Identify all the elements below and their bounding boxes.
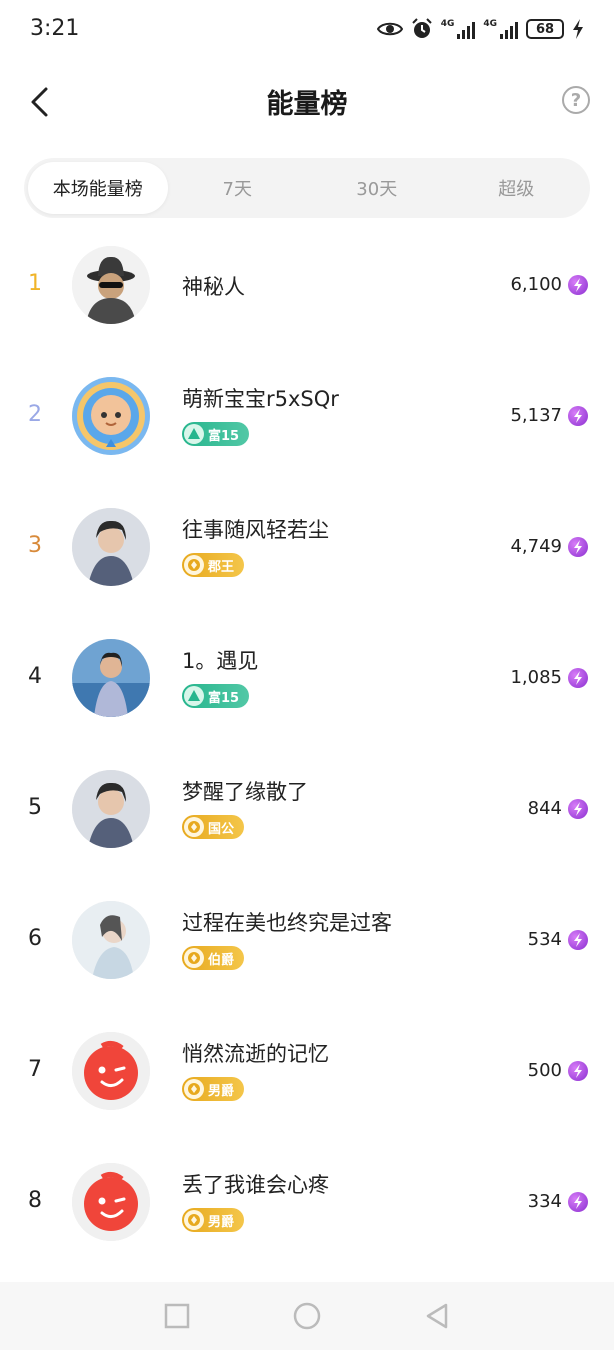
rank-number: 4 bbox=[28, 664, 42, 689]
signal-icon-2: 4G bbox=[483, 19, 518, 39]
tab-7-days[interactable]: 7天 bbox=[168, 162, 308, 214]
noble-rank-icon bbox=[184, 1079, 204, 1099]
recent-apps-icon[interactable] bbox=[162, 1301, 192, 1331]
tab-current-session[interactable]: 本场能量榜 bbox=[28, 162, 168, 214]
alarm-icon bbox=[411, 18, 432, 38]
user-avatar[interactable] bbox=[72, 770, 150, 848]
user-name: 神秘人 bbox=[182, 275, 245, 299]
ranking-row[interactable]: 4 1。遇见富15 1,085 bbox=[0, 613, 614, 744]
help-icon[interactable]: ? bbox=[562, 86, 590, 114]
user-avatar[interactable] bbox=[72, 377, 150, 455]
energy-bolt-icon bbox=[568, 1061, 588, 1081]
user-name: 往事随风轻若尘 bbox=[182, 518, 329, 542]
level-badge: 国公 bbox=[182, 815, 245, 839]
energy-bolt-icon bbox=[568, 799, 588, 819]
user-avatar[interactable] bbox=[72, 639, 150, 717]
energy-score: 500 bbox=[527, 1060, 562, 1081]
user-name: 1。遇见 bbox=[182, 649, 259, 673]
ranking-row[interactable]: 1 神秘人 6,100 bbox=[0, 220, 614, 351]
charging-icon bbox=[573, 19, 583, 39]
ranking-row[interactable]: 2 萌新宝宝r5xSQr 富15 5,137 bbox=[0, 351, 614, 482]
tab-super[interactable]: 超级 bbox=[447, 162, 587, 214]
wealth-level-icon bbox=[184, 686, 204, 706]
level-badge: 富15 bbox=[182, 422, 250, 446]
energy-bolt-icon bbox=[568, 406, 588, 426]
user-name: 丢了我谁会心疼 bbox=[182, 1173, 329, 1197]
status-time: 3:21 bbox=[30, 16, 80, 41]
badge-label: 伯爵 bbox=[208, 952, 235, 968]
tab-bar: 本场能量榜 7天 30天 超级 bbox=[24, 158, 590, 218]
energy-score: 1,085 bbox=[510, 667, 562, 688]
ranking-row[interactable]: 8 丢了我谁会心疼男爵 334 bbox=[0, 1137, 614, 1268]
rank-number: 6 bbox=[28, 926, 42, 951]
ranking-row[interactable]: 5 梦醒了缘散了国公 844 bbox=[0, 744, 614, 875]
rank-number: 8 bbox=[28, 1188, 42, 1213]
user-avatar[interactable] bbox=[72, 1032, 150, 1110]
wealth-level-icon bbox=[184, 424, 204, 444]
header: 能量榜 ? bbox=[0, 62, 614, 142]
user-name: 萌新宝宝r5xSQr bbox=[182, 387, 339, 411]
noble-rank-icon bbox=[184, 1210, 204, 1230]
user-name: 梦醒了缘散了 bbox=[182, 780, 308, 804]
energy-score: 6,100 bbox=[510, 274, 562, 295]
ranking-row[interactable]: 3 往事随风轻若尘郡王 4,749 bbox=[0, 482, 614, 613]
badge-label: 富15 bbox=[208, 428, 240, 444]
status-bar: 3:21 4G 4G 68 bbox=[0, 0, 614, 62]
signal-label-2: 4G bbox=[483, 19, 497, 29]
badge-label: 郡王 bbox=[208, 559, 235, 575]
user-avatar[interactable] bbox=[72, 246, 150, 324]
energy-bolt-icon bbox=[568, 537, 588, 557]
energy-score: 334 bbox=[527, 1191, 562, 1212]
energy-bolt-icon bbox=[568, 930, 588, 950]
energy-score: 534 bbox=[527, 929, 562, 950]
noble-rank-icon bbox=[184, 817, 204, 837]
home-icon[interactable] bbox=[292, 1301, 322, 1331]
rank-number: 3 bbox=[28, 533, 42, 558]
energy-bolt-icon bbox=[568, 275, 588, 295]
energy-score: 4,749 bbox=[510, 536, 562, 557]
user-avatar[interactable] bbox=[72, 901, 150, 979]
level-badge: 男爵 bbox=[182, 1208, 245, 1232]
user-avatar[interactable] bbox=[72, 508, 150, 586]
badge-label: 富15 bbox=[208, 690, 240, 706]
user-avatar[interactable] bbox=[72, 1163, 150, 1241]
level-badge: 郡王 bbox=[182, 553, 245, 577]
battery-level: 68 bbox=[535, 21, 555, 37]
status-icons: 4G 4G 68 bbox=[376, 18, 584, 40]
rank-number: 2 bbox=[28, 402, 42, 427]
back-icon[interactable] bbox=[422, 1301, 452, 1331]
signal-label-1: 4G bbox=[440, 19, 455, 29]
ranking-row[interactable]: 7 悄然流逝的记忆男爵 500 bbox=[0, 1006, 614, 1137]
badge-label: 男爵 bbox=[208, 1214, 235, 1230]
ranking-row[interactable]: 6 过程在美也终究是过客伯爵 534 bbox=[0, 875, 614, 1006]
ranking-list: 1 神秘人 6,100 2 萌新宝宝r5xSQr 富15 5,137 3 往事随风轻若尘郡王 4,… bbox=[0, 220, 614, 1268]
rank-number: 5 bbox=[28, 795, 42, 820]
energy-bolt-icon bbox=[568, 1192, 588, 1212]
badge-label: 国公 bbox=[208, 821, 235, 837]
level-badge: 伯爵 bbox=[182, 946, 245, 970]
battery-icon: 68 bbox=[526, 19, 564, 39]
system-nav-bar bbox=[0, 1282, 614, 1350]
noble-rank-icon bbox=[184, 948, 204, 968]
level-badge: 男爵 bbox=[182, 1077, 245, 1101]
user-name: 悄然流逝的记忆 bbox=[182, 1042, 329, 1066]
energy-bolt-icon bbox=[568, 668, 588, 688]
eye-icon bbox=[376, 22, 403, 36]
rank-number: 7 bbox=[28, 1057, 42, 1082]
badge-label: 男爵 bbox=[208, 1083, 235, 1099]
tab-30-days[interactable]: 30天 bbox=[307, 162, 447, 214]
user-name: 过程在美也终究是过客 bbox=[182, 911, 392, 935]
signal-icon-1: 4G bbox=[441, 19, 476, 39]
level-badge: 富15 bbox=[182, 684, 250, 708]
page-title: 能量榜 bbox=[266, 89, 348, 120]
noble-rank-icon bbox=[184, 555, 204, 575]
energy-score: 5,137 bbox=[510, 405, 562, 426]
rank-number: 1 bbox=[28, 271, 42, 296]
energy-score: 844 bbox=[527, 798, 562, 819]
